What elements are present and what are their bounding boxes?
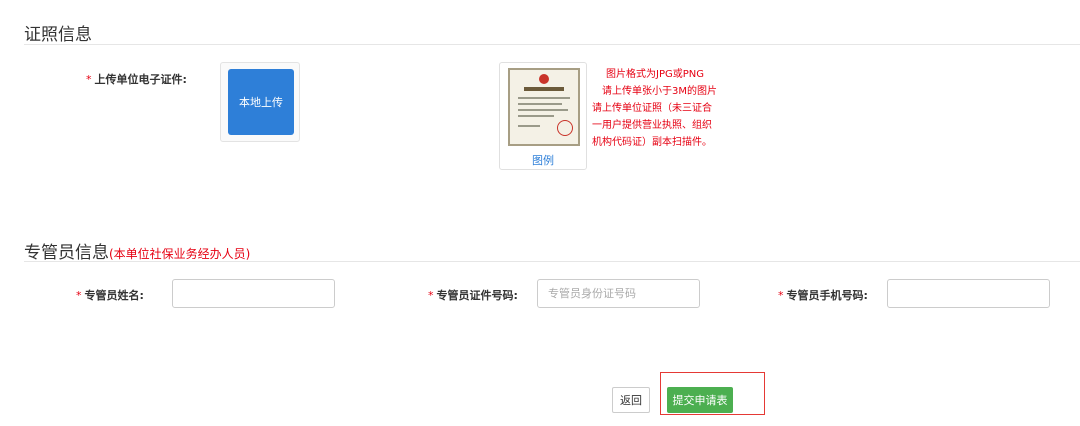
manager-name-label: * 专管员姓名: [76, 287, 144, 303]
upload-label-text: 上传单位电子证件: [94, 73, 187, 86]
business-license-sample-image [508, 68, 580, 146]
manager-section-subtitle: (本单位社保业务经办人员) [109, 247, 251, 261]
manager-phone-label: * 专管员手机号码: [778, 287, 868, 303]
license-line [518, 125, 540, 127]
license-line [518, 97, 570, 99]
upload-hint: 图片格式为JPG或PNG 请上传单张小于3M的图片 请上传单位证照（未三证合 一… [592, 66, 762, 151]
cert-section-divider [24, 44, 1080, 45]
manager-name-input[interactable] [172, 279, 335, 308]
required-mark: * [778, 289, 784, 302]
manager-id-label-text: 专管员证件号码: [436, 289, 518, 302]
hint-line: 一用户提供营业执照、组织 [592, 120, 712, 131]
manager-section-divider [24, 261, 1080, 262]
hint-line: 请上传单位证照（未三证合 [592, 103, 712, 114]
submit-application-button[interactable]: 提交申请表 [667, 387, 733, 413]
license-emblem [539, 74, 549, 84]
manager-id-input[interactable] [537, 279, 700, 308]
license-line [518, 103, 562, 105]
license-stamp [557, 120, 573, 136]
manager-id-label: * 专管员证件号码: [428, 287, 518, 303]
page: 证照信息 * 上传单位电子证件: 本地上传 图例 图片格式为JPG或PNG 请上传… [0, 0, 1080, 426]
manager-section-title: 专管员信息(本单位社保业务经办人员) [24, 238, 250, 263]
required-mark: * [428, 289, 434, 302]
hint-line: 机构代码证）副本扫描件。 [592, 137, 712, 148]
example-image-box[interactable]: 图例 [499, 62, 587, 170]
hint-line: 请上传单张小于3M的图片 [602, 86, 717, 97]
example-caption: 图例 [532, 154, 554, 167]
required-mark: * [76, 289, 82, 302]
license-heading-mark [524, 87, 564, 91]
license-line [518, 109, 568, 111]
local-upload-button[interactable]: 本地上传 [228, 69, 294, 135]
license-line [518, 115, 554, 117]
manager-section-title-text: 专管员信息 [24, 243, 109, 263]
manager-phone-label-text: 专管员手机号码: [786, 289, 868, 302]
back-button[interactable]: 返回 [612, 387, 650, 413]
manager-phone-input[interactable] [887, 279, 1050, 308]
hint-line: 图片格式为JPG或PNG [606, 69, 704, 80]
cert-section-title: 证照信息 [24, 25, 92, 45]
upload-box: 本地上传 [220, 62, 300, 142]
manager-name-label-text: 专管员姓名: [84, 289, 144, 302]
upload-label: * 上传单位电子证件: [86, 71, 187, 87]
required-mark: * [86, 73, 92, 86]
